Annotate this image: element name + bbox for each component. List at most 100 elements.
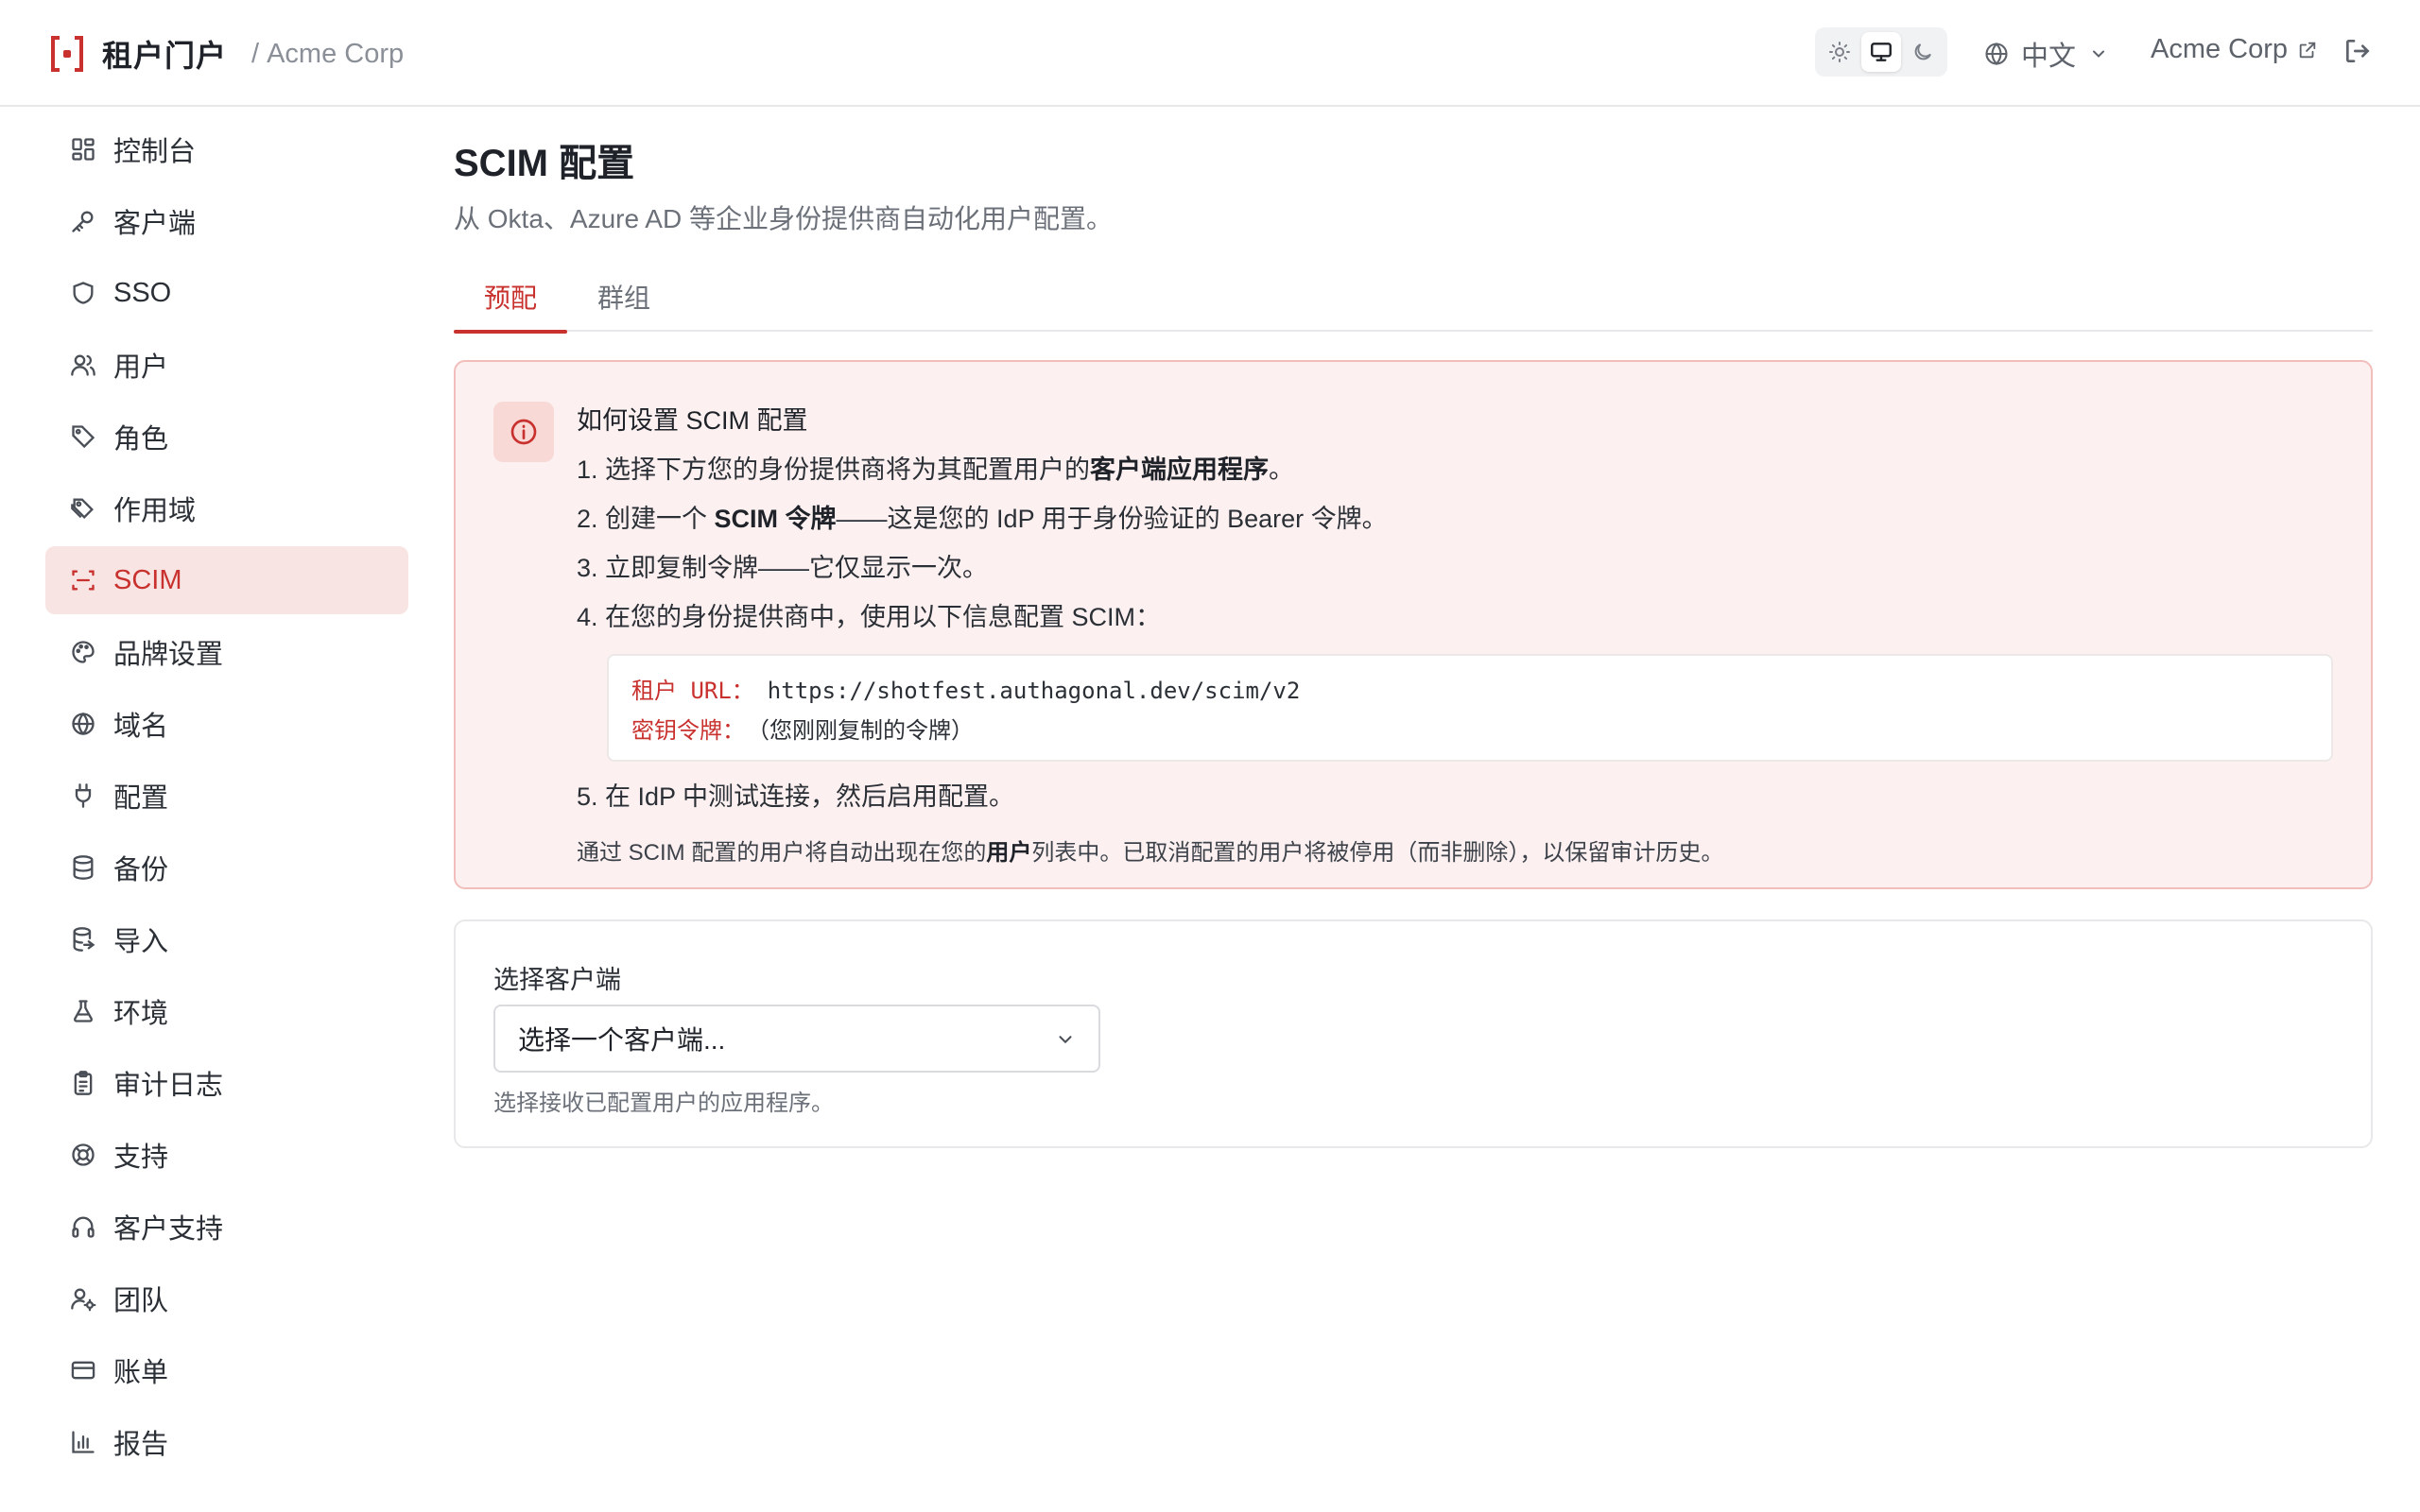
- info-icon: [510, 419, 537, 445]
- client-select-value: 选择一个客户端...: [518, 1025, 726, 1055]
- sidebar-item-reports[interactable]: 报告: [45, 1408, 408, 1476]
- sidebar-item-label: SCIM: [113, 564, 182, 595]
- info-badge: [493, 402, 554, 462]
- sidebar-item-branding[interactable]: 品牌设置: [45, 618, 408, 686]
- instruction-step-4: 4. 在您的身份提供商中，使用以下信息配置 SCIM：: [577, 603, 1162, 631]
- scan-icon: [72, 570, 95, 591]
- client-select-label: 选择客户端: [493, 966, 621, 994]
- sidebar-item-label: 导入: [113, 927, 169, 957]
- database-import-icon: [73, 927, 95, 952]
- sidebar-item-users[interactable]: 用户: [45, 331, 408, 399]
- logo-icon: [51, 34, 83, 74]
- sidebar-item-support[interactable]: 支持: [45, 1121, 408, 1189]
- sidebar-item-label: 客户支持: [113, 1214, 224, 1245]
- sidebar-item-label: 支持: [113, 1143, 169, 1173]
- plug-icon: [75, 783, 92, 808]
- sidebar-item-sso[interactable]: SSO: [45, 259, 408, 327]
- sidebar-item-team[interactable]: 团队: [45, 1264, 408, 1332]
- tags-icon: [71, 498, 94, 519]
- database-icon: [73, 855, 94, 880]
- bar-chart-icon: [72, 1431, 95, 1453]
- logout-button[interactable]: [2342, 36, 2373, 71]
- sidebar-item-audit-log[interactable]: 审计日志: [45, 1049, 408, 1117]
- client-select-help: 选择接收已配置用户的应用程序。: [493, 1091, 834, 1116]
- sidebar-nav: 控制台 客户端 SSO 用户 角色 作用域 SCIM 品牌设置 域名 配置 备份: [45, 115, 408, 1480]
- sidebar-item-label: 用户: [113, 352, 169, 383]
- sidebar-item-label: 品牌设置: [113, 640, 224, 670]
- sidebar-item-label: 审计日志: [113, 1071, 224, 1101]
- theme-toggle: [1815, 27, 1947, 77]
- client-select-card: 选择客户端 选择一个客户端... 选择接收已配置用户的应用程序。: [454, 919, 2373, 1148]
- sidebar-item-import[interactable]: 导入: [45, 905, 408, 973]
- client-select[interactable]: 选择一个客户端...: [493, 1005, 1100, 1073]
- tag-icon: [72, 425, 95, 449]
- secret-token-value: （您刚刚复制的令牌）: [758, 717, 974, 744]
- sidebar-item-label: 作用域: [113, 496, 197, 526]
- sidebar-item-environment[interactable]: 环境: [45, 977, 408, 1045]
- instructions-footnote: 通过 SCIM 配置的用户将自动出现在您的用户列表中。已取消配置的用户将被停用（…: [577, 840, 1724, 866]
- flask-icon: [74, 1000, 93, 1022]
- sidebar-item-scim[interactable]: SCIM: [45, 546, 408, 614]
- app-title: 租户门户: [102, 39, 228, 73]
- tenant-url-value[interactable]: https://shotfest.authagonal.dev/scim/v2: [768, 678, 1301, 704]
- page-subtitle: 从 Okta、Azure AD 等企业身份提供商自动化用户配置。: [454, 204, 1113, 233]
- sidebar-item-roles[interactable]: 角色: [45, 403, 408, 471]
- system-theme-button[interactable]: [1861, 32, 1901, 72]
- instruction-step-3: 3. 立即复制令牌——它仅显示一次。: [577, 554, 989, 582]
- moon-icon: [1914, 43, 1932, 60]
- scim-config-code-block[interactable]: 租户 URL： https://shotfest.authagonal.dev/s…: [607, 654, 2333, 762]
- sidebar-item-scopes[interactable]: 作用域: [45, 474, 408, 542]
- headset-icon: [72, 1216, 95, 1238]
- sidebar-item-label: 客户端: [113, 209, 197, 239]
- instruction-step-2: 2. 创建一个 SCIM 令牌——这是您的 IdP 用于身份验证的 Bearer…: [577, 505, 1388, 533]
- chevron-down-icon: [2093, 50, 2105, 58]
- instructions-title: 如何设置 SCIM 配置: [577, 406, 808, 435]
- credit-card-icon: [71, 1361, 95, 1380]
- tab-provisioning[interactable]: 预配: [454, 278, 568, 334]
- lifebuoy-icon: [72, 1143, 95, 1166]
- sidebar-item-label: 角色: [113, 424, 169, 455]
- sidebar-item-label: 备份: [113, 855, 169, 885]
- sidebar-item-label: 账单: [113, 1358, 169, 1388]
- sidebar-item-backup[interactable]: 备份: [45, 833, 408, 902]
- sidebar-item-label: 配置: [113, 783, 169, 814]
- page-title: SCIM 配置: [454, 143, 635, 184]
- top-header: 租户门户 / Acme Corp 中文 Acme Corp: [0, 0, 2420, 107]
- sidebar-item-label: SSO: [113, 277, 172, 308]
- tab-groups[interactable]: 群组: [567, 278, 681, 332]
- monitor-icon: [1871, 43, 1892, 61]
- tenant-url-key: 租户 URL：: [631, 678, 754, 704]
- sidebar-item-label: 控制台: [113, 137, 197, 167]
- sidebar-item-clients[interactable]: 客户端: [45, 187, 408, 255]
- instruction-step-5: 5. 在 IdP 中测试连接，然后启用配置。: [577, 782, 1015, 811]
- sidebar-item-billing[interactable]: 账单: [45, 1336, 408, 1404]
- sidebar-item-domains[interactable]: 域名: [45, 690, 408, 758]
- dark-theme-button[interactable]: [1904, 32, 1943, 72]
- palette-icon: [72, 641, 95, 663]
- chevron-down-icon: [1059, 1036, 1072, 1044]
- secret-token-line: 密钥令牌： （您刚刚复制的令牌）: [631, 713, 2308, 752]
- sun-icon: [1828, 42, 1850, 62]
- language-label: 中文: [2021, 42, 2077, 72]
- setup-instructions-card: 如何设置 SCIM 配置 1. 选择下方您的身份提供商将为其配置用户的客户端应用…: [454, 360, 2373, 889]
- tab-bar: 预配 群组: [454, 278, 2373, 334]
- users-icon: [71, 354, 95, 376]
- globe-icon: [72, 712, 95, 736]
- sidebar-item-provisioning[interactable]: 配置: [45, 762, 408, 830]
- clipboard-icon: [74, 1071, 93, 1095]
- light-theme-button[interactable]: [1820, 32, 1858, 72]
- shield-icon: [73, 282, 94, 304]
- sidebar-item-label: 报告: [113, 1430, 169, 1460]
- brand[interactable]: 租户门户 / Acme Corp: [51, 32, 404, 76]
- tenant-url-line: 租户 URL： https://shotfest.authagonal.dev/s…: [631, 673, 2308, 713]
- sidebar-item-customer-support[interactable]: 客户支持: [45, 1193, 408, 1261]
- sidebar-item-dashboard[interactable]: 控制台: [45, 115, 408, 183]
- org-link[interactable]: Acme Corp: [2151, 34, 2318, 65]
- breadcrumb-org: Acme Corp: [267, 38, 405, 69]
- dashboard-icon: [72, 138, 95, 161]
- breadcrumb-separator: /: [251, 38, 260, 69]
- language-selector[interactable]: 中文: [1983, 34, 2108, 74]
- main-content: SCIM 配置 从 Okta、Azure AD 等企业身份提供商自动化用户配置。…: [454, 132, 2373, 1148]
- org-link-label: Acme Corp: [2151, 34, 2289, 64]
- logout-icon: [2346, 40, 2370, 62]
